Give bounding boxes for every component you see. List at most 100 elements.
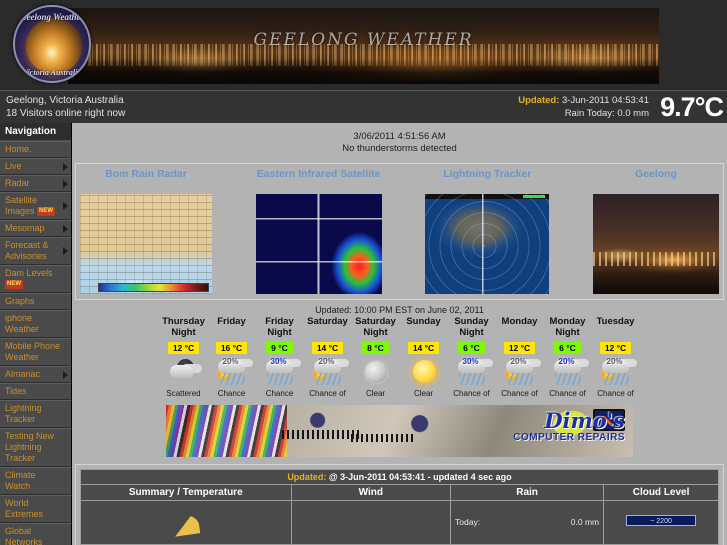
sidebar-item-label: Radar [5, 178, 30, 188]
site-header: GEELONG WEATHER Geelong Weather Victoria… [0, 0, 727, 90]
forecast-temp-wrap: 14 °C [400, 338, 448, 356]
forecast-description: Clear [365, 389, 386, 398]
sidebar-item-label: Live [5, 161, 22, 171]
rain-cloud-glyph: 20% [215, 356, 249, 388]
table-header-row: Summary / Temperature Wind Rain Cloud Le… [80, 484, 719, 501]
forecast-day-label: Monday Night [549, 316, 586, 338]
site-logo[interactable]: Geelong Weather Victoria Australia [13, 5, 91, 83]
table-updated-value: @ 3-Jun-2011 04:53:41 - updated 4 sec ag… [326, 472, 512, 482]
forecast-temp-wrap: 16 °C [208, 338, 256, 356]
raindrops-glyph [266, 373, 293, 385]
sidebar-item-radar[interactable]: Radar [0, 175, 71, 192]
forecast-day-column: Saturday 14 °C 20% Chance of [304, 316, 352, 399]
forecast-day-column: Sunday 14 °C Clear [400, 316, 448, 399]
forecast-day-label: Friday Night [265, 316, 294, 338]
updated-line: Updated: 3-Jun-2011 04:53:41 [518, 94, 649, 107]
forecast-temp-wrap: 12 °C [496, 338, 544, 356]
rain-cloud-glyph: 30% [263, 356, 297, 388]
image-cell-radar[interactable]: Bom Rain Radar [80, 169, 212, 294]
header-banner-photo: GEELONG WEATHER [68, 8, 659, 84]
forecast-day-label: Sunday [406, 316, 441, 327]
forecast-day-column: Sunday Night 6 °C 30% Chance of [448, 316, 496, 399]
sidebar-item-mobile-phone-weather[interactable]: Mobile Phone Weather [0, 338, 71, 366]
lightning-tracker-image[interactable] [425, 194, 550, 294]
table-row: Today: 0.0 mm ~ 2200 [80, 500, 719, 545]
sidebar-item-list: Home. Live Radar Satellite Images NEW Mesoma… [0, 141, 71, 545]
forecast-day-column: Tuesday 12 °C 20% Chance of [592, 316, 640, 399]
navigation-title: Navigation [0, 123, 71, 141]
precip-chance-label: 20% [606, 357, 623, 366]
geelong-webcam-image[interactable] [592, 194, 719, 294]
sidebar-item-iphone-weather[interactable]: iphone Weather [0, 310, 71, 338]
sidebar-item-label: World Extremes [5, 498, 44, 519]
forecast-description: Chance of [501, 389, 538, 398]
sidebar-item-forecast-advisories[interactable]: Forecast & Advisories [0, 237, 71, 265]
sidebar-item-climate-watch[interactable]: Climate Watch [0, 467, 71, 495]
raindrops-glyph [314, 373, 341, 385]
column-header-summary: Summary / Temperature [80, 484, 292, 501]
sidebar-item-label: Climate Watch [5, 470, 36, 491]
sidebar-item-tides[interactable]: Tides [0, 383, 71, 400]
location-text: Geelong, Victoria Australia [6, 95, 124, 106]
summary-sun-icon [171, 513, 201, 537]
forecast-day-label: Thursday Night [162, 316, 205, 338]
rain-icon: 20% [551, 356, 585, 388]
forecast-day-label: Monday [501, 316, 538, 327]
sidebar-item-dam-levels[interactable]: Dam Levels NEW [0, 265, 71, 293]
image-panel: Bom Rain Radar Eastern Infrared Satellit… [75, 163, 724, 300]
sidebar-item-almanac[interactable]: Almanac [0, 366, 71, 383]
rain-cloud-glyph: 20% [551, 356, 585, 388]
sidebar-item-satellite-images[interactable]: Satellite Images NEW [0, 192, 71, 220]
sun-icon [407, 356, 441, 388]
sidebar-item-graphs[interactable]: Graphs [0, 293, 71, 310]
rain-today-row: Today: 0.0 mm [455, 517, 599, 527]
eastern-infrared-satellite-image[interactable] [255, 194, 382, 294]
forecast-day-column: Thursday Night 12 °C Scattered [160, 316, 208, 399]
ad-logo-text: Dimo's COMPUTER REPAIRS [513, 410, 625, 444]
page-root: GEELONG WEATHER Geelong Weather Victoria… [0, 0, 727, 545]
current-timestamp: 3/06/2011 4:51:56 AM [353, 131, 446, 142]
chevron-right-icon [63, 202, 68, 210]
sidebar-navigation: Navigation Home. Live Radar Satellite Image… [0, 123, 72, 545]
sidebar-item-world-extremes[interactable]: World Extremes [0, 495, 71, 523]
rain-today-text: Rain Today: 0.0 mm [564, 108, 649, 119]
sidebar-item-mesomap[interactable]: Mesomap [0, 220, 71, 237]
image-cell-webcam[interactable]: Geelong [592, 169, 719, 294]
sidebar-item-home[interactable]: Home. [0, 141, 71, 158]
sidebar-item-label: Mobile Phone Weather [5, 341, 61, 362]
info-bar-left: Geelong, Victoria Australia 18 Visitors … [6, 94, 125, 120]
rain-cloud-glyph: 20% [599, 356, 633, 388]
forecast-temp-wrap: 9 °C [256, 338, 304, 356]
sidebar-item-label: iphone Weather [5, 313, 39, 334]
image-cell-satellite[interactable]: Eastern Infrared Satellite [255, 169, 382, 294]
chevron-right-icon [63, 162, 68, 171]
raindrops-glyph [458, 373, 485, 385]
banner-foreground-decor [68, 58, 659, 84]
sidebar-item-global-networks[interactable]: Global Networks [0, 523, 71, 545]
cloud-level-value: ~ 2200 [626, 515, 697, 526]
forecast-temperature-badge: 9 °C [266, 342, 293, 354]
ad-brand-name: Dimo's [544, 408, 625, 433]
forecast-temperature-badge: 6 °C [458, 342, 485, 354]
table-updated-row: Updated: @ 3-Jun-2011 04:53:41 - updated… [80, 469, 719, 485]
sidebar-item-lightning-tracker[interactable]: Lightning Tracker [0, 400, 71, 428]
sidebar-item-label: Almanac [5, 369, 41, 379]
precip-chance-label: 20% [558, 357, 575, 366]
image-cell-lightning[interactable]: Lightning Tracker [425, 169, 550, 294]
bom-rain-radar-image[interactable] [80, 194, 212, 294]
raindrops-glyph [506, 373, 533, 385]
rain-icon: 30% [455, 356, 489, 388]
forecast-row: Thursday Night 12 °C Scattered Friday 16 °C 2… [72, 316, 727, 399]
lightning-status-indicator [523, 195, 546, 198]
sidebar-item-live[interactable]: Live [0, 158, 71, 175]
rain-today-label: Today: [455, 517, 481, 527]
forecast-day-label: Sunday Night [454, 316, 489, 338]
precip-chance-label: 20% [222, 357, 239, 366]
sidebar-item-label: Lightning Tracker [5, 403, 42, 424]
advertisement-banner[interactable]: Dimo's COMPUTER REPAIRS [166, 405, 633, 457]
new-badge: NEW [5, 280, 23, 290]
sidebar-item-testing-new-lightning-tracker[interactable]: Testing New Lightning Tracker [0, 428, 71, 467]
forecast-temperature-badge: 6 °C [554, 342, 581, 354]
forecast-temperature-badge: 16 °C [215, 342, 248, 354]
forecast-temperature-badge: 12 °C [503, 342, 536, 354]
